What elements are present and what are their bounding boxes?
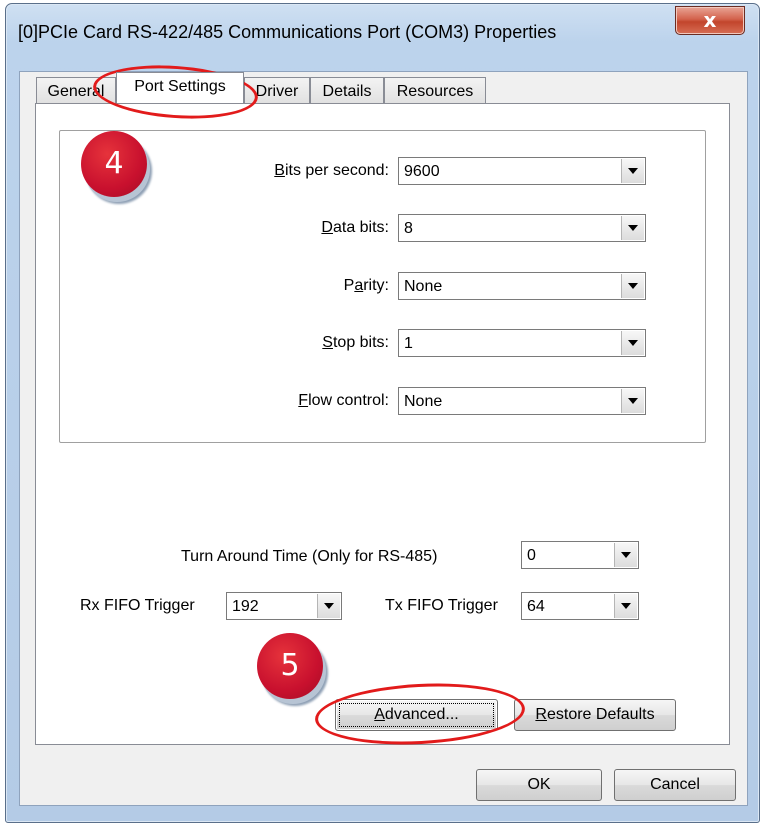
step-4-badge: 4 [81,131,147,197]
ok-button[interactable]: OK [476,769,602,801]
tx-fifo-trigger-value: 64 [527,598,545,615]
tab-port-settings-label: Port Settings [134,78,226,95]
tx-fifo-trigger-select[interactable]: 64 [521,592,639,620]
data-bits-select[interactable]: 8 [398,214,646,242]
chevron-down-icon[interactable] [621,331,644,355]
chevron-down-icon[interactable] [621,274,644,298]
data-bits-label: Data bits: [321,219,389,236]
tab-resources-label: Resources [396,83,474,100]
chevron-down-icon[interactable] [614,594,637,618]
tab-resources[interactable]: Resources [384,77,486,103]
tab-driver-label: Driver [255,83,299,100]
turn-around-time-label: Turn Around Time (Only for RS-485) [181,548,438,565]
bits-per-second-select[interactable]: 9600 [398,157,646,185]
turn-around-time-select[interactable]: 0 [521,541,639,569]
chevron-down-icon[interactable] [621,389,644,413]
parity-select[interactable]: None [398,272,646,300]
bits-per-second-value: 9600 [404,163,440,180]
chevron-down-icon[interactable] [621,159,644,183]
cancel-button[interactable]: Cancel [614,769,736,801]
flow-control-select[interactable]: None [398,387,646,415]
rx-fifo-trigger-label: Rx FIFO Trigger [80,597,195,614]
stop-bits-label: Stop bits: [322,334,389,351]
flow-control-label: Flow control: [298,392,389,409]
rx-fifo-trigger-select[interactable]: 192 [226,592,342,620]
chevron-down-icon[interactable] [621,216,644,240]
window-title: [0]PCIe Card RS-422/485 Communications P… [18,22,557,42]
rx-fifo-trigger-value: 192 [232,598,259,615]
bits-per-second-label: Bits per second: [274,162,389,179]
stop-bits-value: 1 [404,335,413,352]
restore-defaults-button[interactable]: Restore Defaults [514,699,676,731]
close-icon: x [703,8,717,32]
data-bits-value: 8 [404,220,413,237]
step-5-badge: 5 [257,633,323,699]
turn-around-time-value: 0 [527,547,536,564]
parity-label: Parity: [343,277,389,294]
chevron-down-icon[interactable] [614,543,637,567]
tab-details[interactable]: Details [310,77,384,103]
flow-control-value: None [404,393,443,410]
tab-port-settings[interactable]: Port Settings [116,72,244,103]
tx-fifo-trigger-label: Tx FIFO Trigger [385,597,498,614]
parity-value: None [404,278,443,295]
tab-details-label: Details [322,83,372,100]
chevron-down-icon[interactable] [317,594,340,618]
close-button[interactable]: x [675,6,745,35]
stop-bits-select[interactable]: 1 [398,329,646,357]
